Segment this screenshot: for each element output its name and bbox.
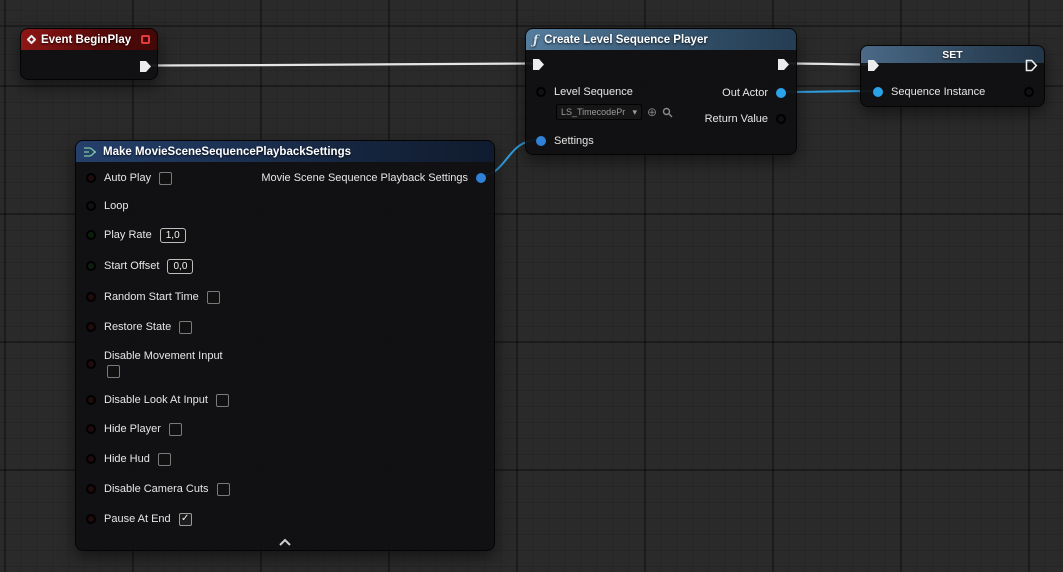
pin-label: Auto Play: [104, 172, 151, 184]
settings-pin[interactable]: [536, 136, 546, 146]
disable-camera-cuts-checkbox[interactable]: [217, 483, 230, 496]
set-output-pin[interactable]: [1024, 87, 1034, 97]
pin-label: Restore State: [104, 321, 171, 333]
node-header[interactable]: SET: [861, 46, 1044, 63]
delegate-pin[interactable]: [141, 35, 150, 44]
restore-state-checkbox[interactable]: [179, 321, 192, 334]
hide-hud-checkbox[interactable]: [158, 453, 171, 466]
node-event-beginplay[interactable]: Event BeginPlay: [20, 28, 158, 80]
use-selected-icon[interactable]: ⊕: [647, 106, 657, 118]
bool-pin[interactable]: [86, 514, 96, 524]
bool-pin[interactable]: [86, 359, 96, 369]
bool-pin[interactable]: [86, 173, 96, 183]
sequence-instance-pin[interactable]: [873, 87, 883, 97]
exec-out-pin[interactable]: [1025, 59, 1038, 72]
play-rate-input[interactable]: 1,0: [160, 228, 186, 243]
node-title: SET: [942, 49, 962, 61]
exec-in-pin[interactable]: [867, 59, 880, 72]
collapse-chevron-icon[interactable]: [278, 538, 292, 546]
bool-pin[interactable]: [86, 292, 96, 302]
hide-player-checkbox[interactable]: [169, 423, 182, 436]
node-create-level-sequence-player[interactable]: ƒ Create Level Sequence Player Level Seq…: [525, 28, 797, 155]
struct-pin[interactable]: [86, 201, 96, 211]
node-title: Create Level Sequence Player: [544, 34, 708, 46]
level-sequence-dropdown[interactable]: LS_TimecodePr ▾: [556, 104, 642, 120]
node-header[interactable]: Event BeginPlay: [21, 29, 157, 50]
pin-label: Play Rate: [104, 229, 152, 241]
pin-label: Disable Look At Input: [104, 394, 208, 406]
make-struct-icon: [83, 146, 97, 158]
level-sequence-pin[interactable]: [536, 87, 546, 97]
pin-label: Out Actor: [722, 87, 768, 99]
pin-label: Loop: [104, 200, 128, 212]
blueprint-graph-canvas[interactable]: Event BeginPlay ƒ Create Level Sequence …: [0, 0, 1063, 572]
float-pin[interactable]: [86, 230, 96, 240]
pin-label: Start Offset: [104, 260, 159, 272]
node-title: Make MovieSceneSequencePlaybackSettings: [103, 146, 351, 158]
bool-pin[interactable]: [86, 322, 96, 332]
exec-wire-create-to-set: [789, 64, 869, 65]
start-offset-input[interactable]: 0,0: [167, 259, 193, 274]
bool-pin[interactable]: [86, 395, 96, 405]
bool-pin[interactable]: [86, 424, 96, 434]
pin-label: Return Value: [705, 113, 768, 125]
bool-pin[interactable]: [86, 484, 96, 494]
pin-label: Sequence Instance: [891, 86, 985, 98]
exec-wire-beginplay-to-create: [150, 64, 534, 66]
browse-asset-icon[interactable]: [662, 107, 673, 118]
node-header[interactable]: Make MovieSceneSequencePlaybackSettings: [76, 141, 494, 162]
disable-look-at-input-checkbox[interactable]: [216, 394, 229, 407]
pin-label: Disable Camera Cuts: [104, 483, 209, 495]
return-value-pin[interactable]: [776, 114, 786, 124]
auto-play-checkbox[interactable]: [159, 172, 172, 185]
node-title: Event BeginPlay: [41, 34, 131, 46]
pin-label: Hide Player: [104, 423, 161, 435]
pin-label: Level Sequence: [554, 86, 633, 98]
exec-out-pin[interactable]: [777, 58, 790, 71]
out-actor-pin[interactable]: [776, 88, 786, 98]
exec-out-pin[interactable]: [139, 60, 152, 73]
node-set-sequence-instance[interactable]: SET Sequence Instance: [860, 45, 1045, 107]
event-icon: [27, 35, 37, 45]
disable-movement-input-checkbox[interactable]: [107, 365, 120, 378]
pin-label: Random Start Time: [104, 291, 199, 303]
exec-in-pin[interactable]: [532, 58, 545, 71]
pause-at-end-checkbox[interactable]: ✓: [179, 513, 192, 526]
pin-label: Disable Movement Input: [104, 350, 223, 362]
bool-pin[interactable]: [86, 454, 96, 464]
dropdown-value: LS_TimecodePr: [561, 107, 625, 117]
pin-label: Hide Hud: [104, 453, 150, 465]
node-make-playback-settings[interactable]: Make MovieSceneSequencePlaybackSettings …: [75, 140, 495, 551]
float-pin[interactable]: [86, 261, 96, 271]
node-header[interactable]: ƒ Create Level Sequence Player: [526, 29, 796, 50]
function-icon: ƒ: [533, 33, 538, 47]
random-start-time-checkbox[interactable]: [207, 291, 220, 304]
pin-label: Pause At End: [104, 513, 171, 525]
checkmark-icon: ✓: [181, 514, 189, 524]
pin-label: Settings: [554, 135, 594, 147]
chevron-down-icon: ▾: [632, 107, 637, 118]
